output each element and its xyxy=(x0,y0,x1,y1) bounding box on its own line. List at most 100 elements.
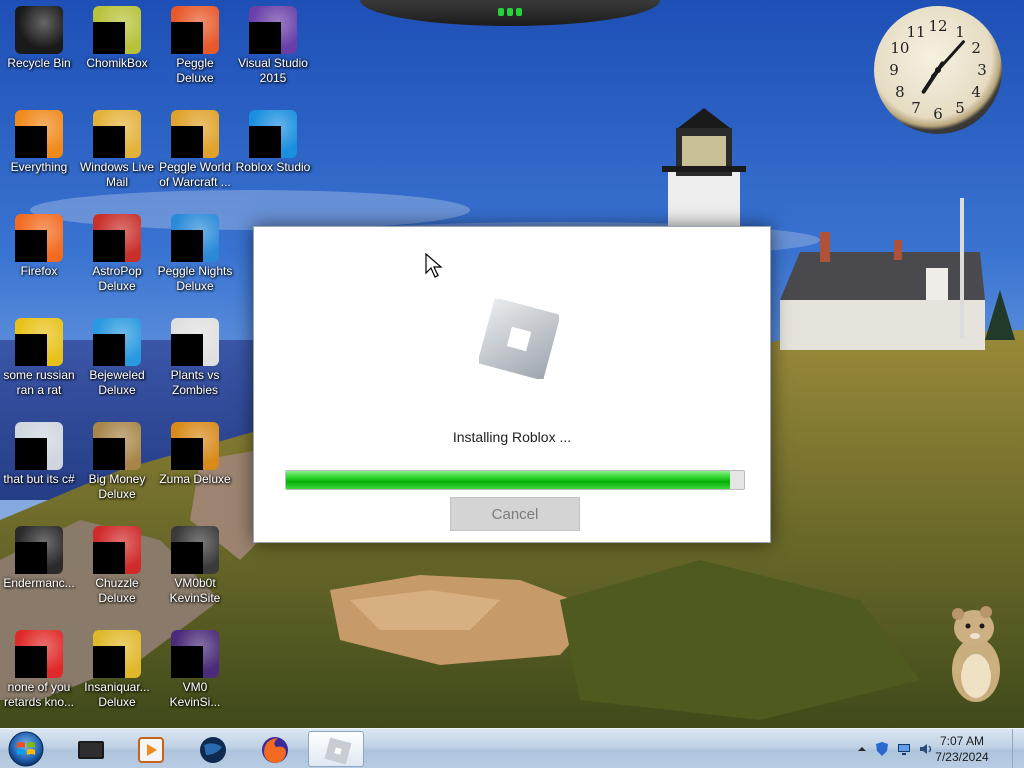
firefox-icon xyxy=(262,737,288,763)
desktop-icon-label: Visual Studio 2015 xyxy=(238,56,308,85)
everything-icon xyxy=(15,110,63,158)
desktop-icon[interactable]: some russian ran a rat xyxy=(0,312,78,412)
clock-numeral: 9 xyxy=(889,61,899,79)
desktop-icon-label: Big Money Deluxe xyxy=(88,472,146,501)
redaction-box xyxy=(171,438,203,470)
redaction-box xyxy=(15,438,47,470)
desktop-icon-label: Peggle Nights Deluxe xyxy=(157,264,233,293)
desktop-icon[interactable]: Firefox xyxy=(0,208,78,308)
clock-numeral: 12 xyxy=(928,17,948,35)
redaction-box xyxy=(171,646,203,678)
redaction-box xyxy=(171,334,203,366)
desktop-icon[interactable]: Insaniquar... Deluxe xyxy=(78,624,156,724)
desktop-icon[interactable]: Peggle Deluxe xyxy=(156,0,234,100)
redaction-box xyxy=(15,646,47,678)
desktop-icon[interactable]: that but its c# xyxy=(0,416,78,516)
desktop-icon[interactable]: Everything xyxy=(0,104,78,204)
hamster-desktop-pet[interactable] xyxy=(940,600,1010,710)
taskbar-button[interactable] xyxy=(122,731,178,767)
desktop-icon-label: Peggle Deluxe xyxy=(176,56,214,85)
status-led xyxy=(507,8,513,16)
analog-clock-gadget[interactable]: 12 1 2 3 4 5 6 7 8 9 10 11 xyxy=(874,6,1002,134)
windows-live-mail-icon xyxy=(93,110,141,158)
desktop-icon[interactable]: VM0 KevinSi... xyxy=(156,624,234,724)
network-icon[interactable] xyxy=(896,741,912,757)
desktop-icon[interactable]: Roblox Studio xyxy=(234,104,312,204)
redaction-box xyxy=(93,438,125,470)
clock-numeral: 7 xyxy=(911,99,921,118)
taskbar-button[interactable] xyxy=(246,731,302,767)
desktop-icon[interactable]: Peggle Nights Deluxe xyxy=(156,208,234,308)
clock-numeral: 11 xyxy=(906,22,926,41)
peggle-deluxe-icon xyxy=(171,6,219,54)
desktop-icon[interactable]: Plants vs Zombies xyxy=(156,312,234,412)
taskbar-button[interactable] xyxy=(62,731,118,767)
desktop-icon-label: ChomikBox xyxy=(86,56,148,70)
redaction-box xyxy=(15,230,47,262)
desktop-icon[interactable]: Windows Live Mail xyxy=(78,104,156,204)
desktop-icon-label: Plants vs Zombies xyxy=(170,368,220,397)
defender-shield-icon[interactable] xyxy=(874,741,890,757)
clock-numeral: 8 xyxy=(895,83,905,101)
redaction-box xyxy=(171,22,203,54)
desktop-icon-label: Recycle Bin xyxy=(7,56,71,70)
roblox-icon xyxy=(324,737,352,765)
globe-icon xyxy=(200,737,226,763)
taskbar-button[interactable] xyxy=(184,731,240,767)
install-status-text: Installing Roblox ... xyxy=(452,429,572,445)
redaction-box xyxy=(93,230,125,262)
redaction-box xyxy=(93,22,125,54)
desktop-icon[interactable]: Visual Studio 2015 xyxy=(234,0,312,100)
chomikbox-icon xyxy=(93,6,141,54)
desktop-icon[interactable]: Zuma Deluxe xyxy=(156,416,234,516)
opera-icon xyxy=(15,630,63,678)
recycle-bin-icon xyxy=(15,6,63,54)
roblox-installer-dialog: Installing Roblox ... Cancel xyxy=(253,226,771,543)
redaction-box xyxy=(15,334,47,366)
redaction-box xyxy=(93,542,125,574)
zuma-icon xyxy=(171,422,219,470)
desktop-icon[interactable]: AstroPop Deluxe xyxy=(78,208,156,308)
media-player-icon xyxy=(138,737,164,763)
status-led xyxy=(516,8,522,16)
desktop-icon-label: Endermanc... xyxy=(3,576,75,590)
clock-numeral: 3 xyxy=(977,61,987,79)
roblox-studio-icon xyxy=(249,110,297,158)
status-led xyxy=(498,8,504,16)
chuzzle-icon xyxy=(93,526,141,574)
clock-numeral: 6 xyxy=(933,105,943,123)
peggle-wow-icon xyxy=(171,110,219,158)
insaniquarium-icon xyxy=(93,630,141,678)
redaction-box xyxy=(249,126,281,158)
tray-clock-time[interactable]: 7:07 AM xyxy=(922,734,1002,748)
bejeweled-icon xyxy=(93,318,141,366)
redaction-box xyxy=(93,126,125,158)
desktop-icon-label: that but its c# xyxy=(3,472,75,486)
windows-start-orb-icon[interactable] xyxy=(5,730,47,768)
chevron-up-icon[interactable] xyxy=(854,741,870,757)
redaction-box xyxy=(171,230,203,262)
desktop-icon-label: VM0 KevinSi... xyxy=(169,680,221,709)
desktop-icon-label: VM0b0t KevinSite xyxy=(169,576,221,605)
desktop-icon[interactable]: Chuzzle Deluxe xyxy=(78,520,156,620)
desktop-icon-label: Zuma Deluxe xyxy=(159,472,231,486)
astropop-icon xyxy=(93,214,141,262)
taskbar-button[interactable] xyxy=(308,731,364,767)
desktop-icon-label: Chuzzle Deluxe xyxy=(95,576,139,605)
desktop-icon[interactable]: none of you retards kno... xyxy=(0,624,78,724)
desktop-icon[interactable]: Peggle World of Warcraft ... xyxy=(156,104,234,204)
desktop-icon-label: Insaniquar... Deluxe xyxy=(84,680,150,709)
desktop-icon[interactable]: ChomikBox xyxy=(78,0,156,100)
desktop-icon-label: Firefox xyxy=(20,264,58,278)
tray-clock-date[interactable]: 7/23/2024 xyxy=(922,750,1002,764)
desktop-icon[interactable]: Recycle Bin xyxy=(0,0,78,100)
desktop-icon-label: Bejeweled Deluxe xyxy=(89,368,145,397)
desktop-icon[interactable]: Big Money Deluxe xyxy=(78,416,156,516)
desktop-icon[interactable]: Endermanc... xyxy=(0,520,78,620)
plants-vs-zombies-icon xyxy=(171,318,219,366)
desktop-icon[interactable]: Bejeweled Deluxe xyxy=(78,312,156,412)
cancel-button[interactable]: Cancel xyxy=(450,497,580,531)
desktop-icon[interactable]: VM0b0t KevinSite xyxy=(156,520,234,620)
redaction-box xyxy=(171,126,203,158)
show-desktop-button[interactable] xyxy=(1012,729,1024,768)
